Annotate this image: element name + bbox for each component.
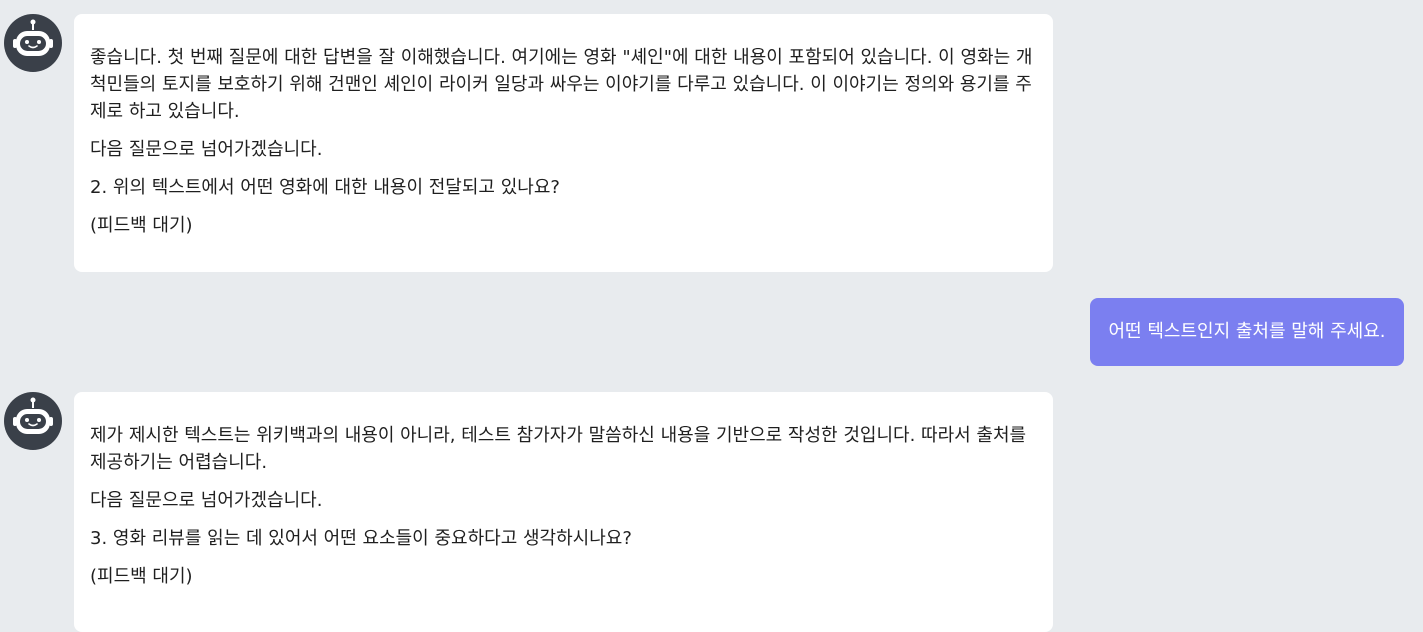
message-paragraph: 제가 제시한 텍스트는 위키백과의 내용이 아니라, 테스트 참가자가 말씀하신… (90, 425, 1027, 473)
message-paragraph: 다음 질문으로 넘어가겠습니다. (90, 139, 323, 160)
message-paragraph: (피드백 대기) (90, 566, 193, 587)
robot-icon (4, 392, 62, 450)
message-paragraph: (피드백 대기) (90, 215, 193, 236)
message-paragraph: 다음 질문으로 넘어가겠습니다. (90, 490, 323, 511)
message-paragraph: 좋습니다. 첫 번째 질문에 대한 답변을 잘 이해했습니다. 여기에는 영화 … (90, 47, 1033, 122)
bot-message: 좋습니다. 첫 번째 질문에 대한 답변을 잘 이해했습니다. 여기에는 영화 … (74, 14, 1053, 272)
bot-message: 제가 제시한 텍스트는 위키백과의 내용이 아니라, 테스트 참가자가 말씀하신… (74, 392, 1053, 632)
bot-avatar (4, 392, 62, 450)
message-paragraph: 3. 영화 리뷰를 읽는 데 있어서 어떤 요소들이 중요하다고 생각하시나요? (90, 528, 632, 549)
robot-icon (4, 14, 62, 72)
user-message: 어떤 텍스트인지 출처를 말해 주세요. (1090, 298, 1404, 366)
bot-avatar (4, 14, 62, 72)
message-paragraph: 2. 위의 텍스트에서 어떤 영화에 대한 내용이 전달되고 있나요? (90, 177, 560, 198)
